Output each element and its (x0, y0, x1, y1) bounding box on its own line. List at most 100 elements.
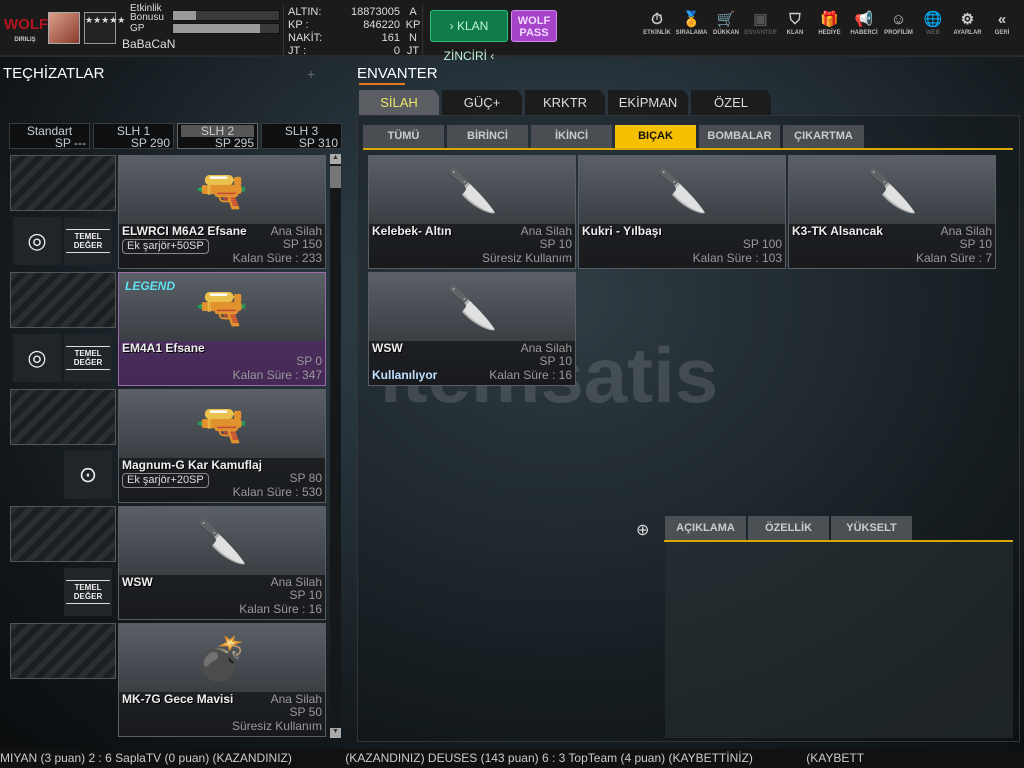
item-image: 🔪 (369, 156, 575, 226)
reload-icon[interactable]: ◎ (13, 334, 61, 382)
ticker-item: (KAZANDINIZ) DEUSES (143 puan) 6 : 3 Top… (345, 751, 753, 765)
nav-icon: 📢 (854, 11, 874, 28)
subtab[interactable]: BOMBALAR (699, 125, 780, 148)
reload-icon[interactable]: ◎ (13, 217, 61, 265)
weapon-icon: 🔫 (195, 400, 249, 448)
detail-tab[interactable]: AÇIKLAMA (665, 516, 746, 540)
subtab[interactable]: BİRİNCİ (447, 125, 528, 148)
item-image: 🔫 (119, 390, 325, 460)
loadout-tab[interactable]: SLH 3 SP 310 (261, 123, 342, 149)
item-card[interactable]: 💣 MK-7G Gece Mavisi Ana Silah SP 50 Süre… (118, 623, 326, 737)
klan-chain-button[interactable]: › KLAN ZİNCİRİ ‹ (430, 10, 508, 63)
nav-hedi̇ye[interactable]: 🎁 HEDİYE (812, 10, 848, 36)
currency-value: 161 (381, 32, 400, 44)
loadout-tab[interactable]: Standart SP --- (9, 123, 90, 149)
item-image: 🔪 (369, 273, 575, 343)
item-name: WSW (122, 575, 153, 589)
weapon-icon: 💣 (195, 634, 249, 682)
base-value-button[interactable]: TEMEL DEĞER (64, 568, 112, 616)
username: BaBaCaN (122, 37, 176, 51)
item-sp: SP 150 (282, 237, 322, 251)
item-card[interactable]: 🔪 Kukri - Yılbaşı SP 100 Kalan Süre : 10… (578, 155, 786, 269)
item-card[interactable]: 🔫 Magnum-G Kar Kamuflaj SP 80 Kalan Süre… (118, 389, 326, 503)
item-info: ELWRCI M6A2 Efsane Ana Silah SP 150 Kala… (119, 224, 325, 268)
inventory-tab[interactable]: SİLAH (359, 90, 439, 115)
currency-unit: KP (405, 19, 421, 31)
scroll-down-icon[interactable]: ▼ (330, 728, 341, 738)
subtab[interactable]: TÜMÜ (363, 125, 444, 148)
ticker-item: MIYAN (3 puan) 2 : 6 SaplaTV (0 puan) (K… (0, 751, 292, 765)
nav-label: HABERCİ (850, 30, 878, 36)
subtab[interactable]: ÇIKARTMA (783, 125, 864, 148)
scroll-thumb[interactable] (330, 166, 341, 188)
scrollbar[interactable]: ▲ ▼ (330, 154, 341, 738)
item-info: EM4A1 Efsane SP 0 Kalan Süre : 347 (119, 341, 325, 385)
empty-slot[interactable] (10, 155, 116, 211)
weapon-icon: 🔪 (195, 517, 249, 565)
empty-slot[interactable] (10, 272, 116, 328)
subtab[interactable]: İKİNCİ (531, 125, 612, 148)
loadout-tab[interactable]: SLH 2 SP 295 (177, 123, 258, 149)
base-value-button[interactable]: TEMEL DEĞER (64, 334, 112, 382)
scope-icon[interactable]: ⊙ (64, 451, 112, 499)
item-info: WSW Ana Silah SP 10 Kalan Süre : 16 (119, 575, 325, 619)
inventory-title: ENVANTER (357, 65, 438, 82)
nav-profi̇li̇m[interactable]: ☺ PROFİLİM (881, 10, 917, 36)
item-time: Kalan Süre : 233 (232, 251, 322, 265)
deger-label: DEĞER (73, 241, 103, 250)
nav-icon: 🎁 (820, 11, 839, 28)
currency-value: 18873005 (351, 6, 400, 18)
detail-panel (665, 542, 1013, 738)
nav-geri̇[interactable]: « GERİ (984, 10, 1020, 36)
item-card[interactable]: 🔪 Kelebek- Altın Ana Silah SP 10 Süresiz… (368, 155, 576, 269)
inventory-tab[interactable]: EKİPMAN (608, 90, 688, 115)
avatar[interactable] (48, 12, 80, 44)
currency-label: ALTIN: (288, 6, 322, 18)
nav-web[interactable]: 🌐 WEB (915, 10, 951, 36)
inventory-tab[interactable]: GÜÇ+ (442, 90, 522, 115)
empty-slot[interactable] (10, 623, 116, 679)
detail-tab[interactable]: ÖZELLİK (748, 516, 829, 540)
nav-ayarlar[interactable]: ⚙ AYARLAR (950, 10, 986, 36)
item-name: Kukri - Yılbaşı (582, 224, 662, 238)
nav-icon: ⛉ (789, 11, 801, 28)
currency-label: JT : (288, 45, 307, 57)
item-name: Magnum-G Kar Kamuflaj (122, 458, 263, 472)
logo-subtext: DIRILIŞ (14, 37, 36, 43)
item-card[interactable]: 🔪 WSW Ana Silah SP 10 Kalan Süre : 16 Ku… (368, 272, 576, 386)
scroll-up-icon[interactable]: ▲ (330, 154, 341, 164)
item-image: 🔪 (119, 507, 325, 577)
currency-row: ALTIN: 18873005 A (288, 6, 422, 19)
extra-mag-badge: Ek şarjör+20SP (122, 473, 209, 488)
temel-label: TEMEL (74, 583, 102, 592)
event-bonus-bar (172, 10, 280, 21)
detail-tab[interactable]: YÜKSELT (831, 516, 912, 540)
item-card[interactable]: 🔪 WSW Ana Silah SP 10 Kalan Süre : 16 (118, 506, 326, 620)
nav-label: HEDİYE (818, 30, 841, 36)
subtab[interactable]: BIÇAK (615, 125, 696, 148)
currency-label: KP : (288, 19, 309, 31)
currency-row: NAKİT: 161 N (288, 32, 422, 45)
nav-siralama[interactable]: 🏅 SIRALAMA (674, 10, 710, 36)
wolf-pass-button[interactable]: WOLF PASS (511, 10, 557, 42)
empty-slot[interactable] (10, 389, 116, 445)
item-time: Süresiz Kullanım (481, 251, 572, 265)
item-sp: SP 50 (289, 705, 322, 719)
nav-envanter[interactable]: ▣ ENVANTER (743, 10, 779, 36)
nav-label: SIRALAMA (675, 30, 708, 36)
empty-slot[interactable] (10, 506, 116, 562)
nav-klan[interactable]: ⛉ KLAN (777, 10, 813, 36)
inventory-tab[interactable]: KRKTR (525, 90, 605, 115)
nav-haberci̇[interactable]: 📢 HABERCİ (846, 10, 882, 36)
loadout-tab[interactable]: SLH 1 SP 290 (93, 123, 174, 149)
deger-label: DEĞER (73, 358, 103, 367)
nav-etki̇nli̇k[interactable]: ⏱ ETKİNLİK (639, 10, 675, 36)
nav-dükkan[interactable]: 🛒 DÜKKAN (708, 10, 744, 36)
item-card[interactable]: 🔪 K3-TK Alsancak Ana Silah SP 10 Kalan S… (788, 155, 996, 269)
item-card[interactable]: 🔫 ELWRCI M6A2 Efsane Ana Silah SP 150 Ka… (118, 155, 326, 269)
inventory-tab[interactable]: ÖZEL (691, 90, 771, 115)
base-value-button[interactable]: TEMEL DEĞER (64, 217, 112, 265)
nav-label: AYARLAR (953, 30, 982, 36)
item-card[interactable]: 🔫 LEGEND EM4A1 Efsane SP 0 Kalan Süre : … (118, 272, 326, 386)
item-image: 🔪 (579, 156, 785, 226)
